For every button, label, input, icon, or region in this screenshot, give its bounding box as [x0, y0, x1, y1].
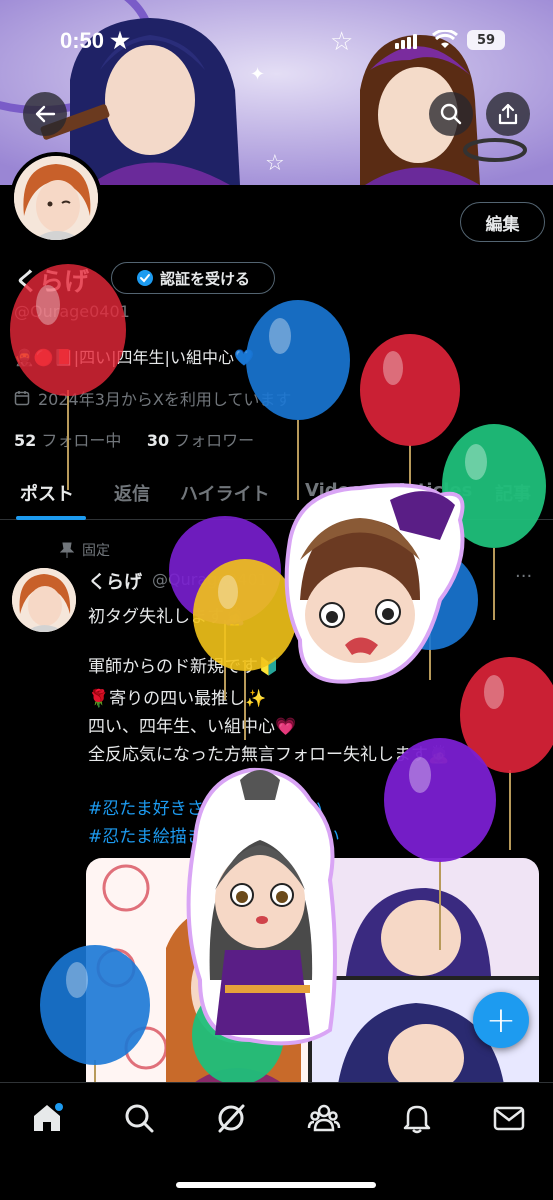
signal-icon — [395, 34, 417, 49]
share-button[interactable] — [486, 92, 530, 136]
home-indicator[interactable] — [176, 1182, 376, 1188]
profile-bio: 🥷🔴📕|四い|四年生|い組中心💙 — [14, 348, 254, 367]
battery-level: 59 — [476, 32, 496, 48]
post-media-artwork — [86, 858, 539, 1098]
follow-stats: 52 フォロー中 30 フォロワー — [14, 427, 254, 451]
svg-text:☆: ☆ — [330, 27, 353, 57]
search-icon — [440, 103, 462, 125]
post-text-line: 軍師からのド新規です🔰 — [88, 657, 280, 677]
search-icon — [125, 1104, 154, 1133]
calendar-icon — [14, 391, 30, 406]
verified-badge-icon — [136, 270, 153, 286]
plus-icon: + — [485, 999, 517, 1041]
active-tab-indicator — [16, 516, 86, 520]
post-hashtag[interactable]: #忍たま好きさんと繋がりたい — [88, 794, 323, 819]
tab-highlights[interactable]: ハイライト — [180, 480, 270, 506]
joined-date: 2024年3月からXを利用しています — [14, 386, 291, 410]
tab-articles[interactable]: Articles — [395, 480, 472, 501]
focus-star-icon: ★ — [110, 28, 130, 53]
back-button[interactable] — [23, 92, 67, 136]
followers-link[interactable]: 30 フォロワー — [147, 431, 254, 450]
profile-tabs: ポスト 返信 ハイライト Videos Articles 記事 — [0, 468, 553, 520]
post-text-line: 全反応気になった方無言フォロー失礼します🙇 — [88, 745, 450, 765]
grok-icon — [218, 1104, 245, 1133]
profile-avatar[interactable] — [10, 152, 102, 244]
edit-profile-label: 編集 — [485, 214, 520, 235]
post-text-line: 初タグ失礼します🙇‍♀️ — [88, 607, 246, 627]
post-more-button[interactable]: ··· — [515, 566, 532, 587]
post-author-avatar[interactable] — [12, 568, 76, 632]
avatar-artwork — [14, 156, 98, 240]
balloon — [382, 550, 478, 680]
wifi-icon — [432, 30, 458, 48]
post-avatar-artwork — [12, 568, 76, 632]
followers-label: フォロワー — [174, 431, 255, 450]
get-verified-label: 認証を受ける — [159, 269, 250, 288]
following-label: フォロー中 — [41, 431, 122, 450]
post-media-grid[interactable] — [86, 858, 539, 1098]
balloon — [442, 424, 546, 620]
following-count: 52 — [14, 431, 37, 450]
post-author-handle: @Qurage0401 — [152, 570, 268, 589]
communities-icon — [307, 1104, 341, 1132]
edit-profile-button[interactable]: 編集 — [460, 202, 545, 242]
notifications-icon — [403, 1105, 431, 1134]
pinned-label: 固定 — [82, 543, 110, 559]
post-text-line: 🌹寄りの四い最推し✨ — [88, 689, 267, 709]
svg-text:☆: ☆ — [265, 151, 285, 176]
messages-icon — [493, 1106, 525, 1131]
share-icon — [498, 103, 518, 125]
arrow-left-icon — [35, 105, 56, 123]
tab-replies[interactable]: 返信 — [114, 480, 150, 506]
compose-post-button[interactable]: + — [473, 992, 529, 1048]
following-link[interactable]: 52 フォロー中 — [14, 431, 121, 450]
status-time: 0:50 ★ — [60, 28, 130, 53]
nav-search[interactable] — [122, 1101, 156, 1135]
get-verified-button[interactable]: 認証を受ける — [111, 262, 275, 294]
nav-communities[interactable] — [307, 1101, 341, 1135]
home-icon — [34, 1103, 63, 1131]
followers-count: 30 — [146, 431, 170, 450]
nav-notifications[interactable] — [400, 1101, 434, 1135]
tab-media[interactable]: 記事 — [495, 480, 531, 506]
pin-icon — [60, 542, 74, 558]
pinned-indicator: 固定 — [60, 540, 110, 560]
joined-text: 2024年3月からXを利用しています — [38, 390, 292, 409]
post-text-line: 四い、四年生、い組中心💗 — [88, 717, 297, 737]
profile-handle: @Qurage0401 — [14, 302, 130, 321]
nav-home[interactable] — [30, 1101, 64, 1135]
post-author-name[interactable]: くらげ — [88, 568, 142, 594]
display-name: くらげ — [14, 267, 90, 296]
battery-indicator: 59 — [467, 30, 505, 50]
post-hashtag[interactable]: #忍たま絵描きさんと繋がりたい — [88, 822, 340, 847]
search-profile-button[interactable] — [429, 92, 473, 136]
tab-posts[interactable]: ポスト — [20, 480, 74, 506]
tab-videos[interactable]: Videos — [305, 480, 373, 501]
balloon — [460, 657, 553, 850]
nav-messages[interactable] — [492, 1101, 526, 1135]
nav-grok[interactable] — [214, 1101, 248, 1135]
svg-text:✦: ✦ — [250, 64, 265, 85]
